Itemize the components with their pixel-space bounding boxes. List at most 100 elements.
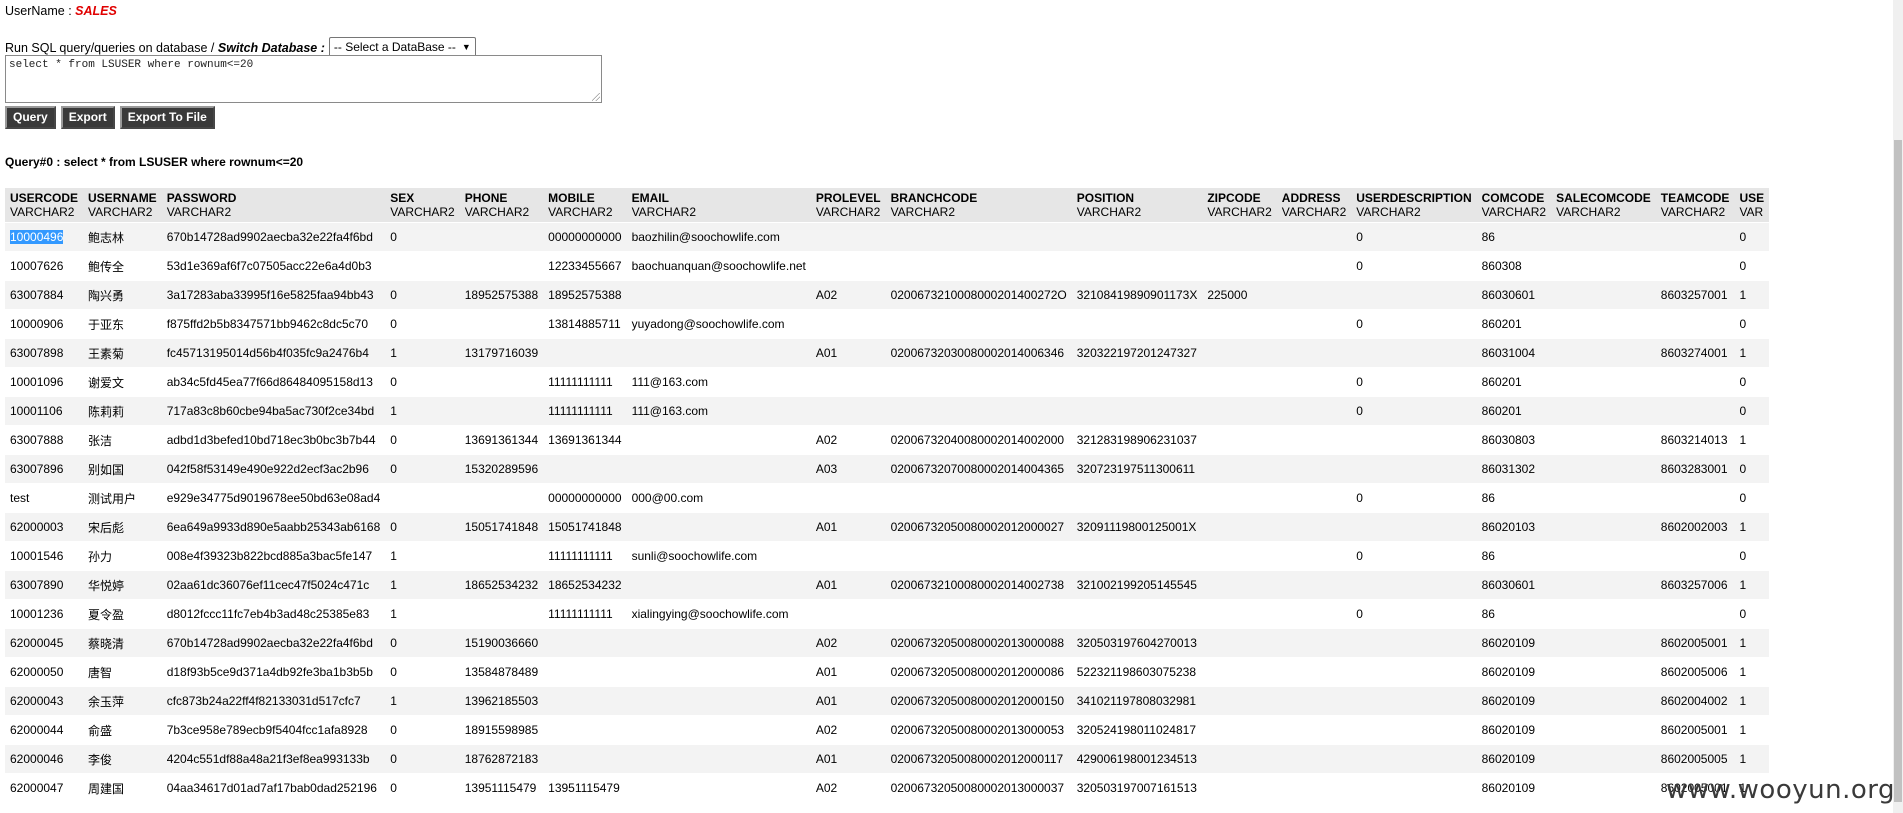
table-cell: [1072, 223, 1203, 252]
table-cell: 0: [1351, 397, 1476, 426]
table-row: 10000906 于亚东 f875ffd2b5b8347571bb9462c8dc5…: [5, 309, 1770, 339]
table-cell: 63007888: [5, 426, 83, 455]
cell-text: 02006732050080002012000027: [890, 520, 1065, 534]
cell-text: 62000045: [10, 636, 64, 650]
cell-text: 00000000000: [548, 491, 622, 505]
table-cell: 62000003: [5, 513, 83, 542]
table-cell: [460, 397, 543, 426]
column-name: POSITION: [1076, 191, 1135, 205]
export-to-file-button[interactable]: Export To File: [119, 106, 215, 129]
table-cell: [460, 542, 543, 571]
table-cell: 1: [1734, 629, 1769, 658]
table-cell: 8603214013: [1656, 426, 1735, 455]
table-cell: 62000043: [5, 687, 83, 716]
table-cell: [1277, 455, 1351, 484]
table-cell: [1202, 774, 1276, 803]
cell-text: 86020103: [1481, 520, 1536, 534]
table-cell: 15320289596: [460, 455, 543, 484]
cell-text: 1: [1739, 346, 1747, 360]
column-name: USERCODE: [10, 191, 79, 205]
table-cell: [1202, 745, 1276, 774]
table-cell: 111@163.com: [627, 368, 811, 397]
table-cell: 0: [385, 716, 459, 745]
column-name: COMCODE: [1481, 191, 1545, 205]
table-row: 10001106 陈莉莉 717a83c8b60cbe94ba5ac730f2ce3…: [5, 396, 1770, 426]
table-cell: 13814885711: [543, 310, 626, 339]
table-cell: 1: [385, 600, 459, 629]
cell-text: 0: [390, 375, 397, 389]
cell-text: 02006732050080002013000088: [890, 636, 1065, 650]
scrollbar-thumb[interactable]: [1894, 140, 1902, 802]
column-name: USERNAME: [88, 191, 157, 205]
table-cell: [1551, 687, 1656, 716]
table-cell: 0: [1734, 455, 1769, 484]
table-cell: A02: [811, 281, 886, 310]
vertical-scrollbar[interactable]: [1893, 0, 1903, 813]
table-cell: [1277, 339, 1351, 368]
table-cell: 俞盛: [83, 716, 162, 745]
table-cell: 00000000000: [543, 484, 626, 513]
chevron-down-icon: ▼: [461, 42, 471, 52]
table-cell: 321002199205145545: [1072, 571, 1203, 600]
cell-text: A02: [815, 288, 838, 302]
table-cell: [886, 252, 1072, 281]
cell-text: 86: [1481, 607, 1495, 621]
table-cell: 0: [1734, 223, 1769, 252]
table-cell: [811, 542, 886, 571]
table-cell: [1277, 252, 1351, 281]
table-cell: [460, 223, 543, 252]
table-cell: 8603283001: [1656, 455, 1735, 484]
cell-text: 10001236: [10, 607, 64, 621]
sql-query-textarea[interactable]: select * from LSUSER where rownum<=20: [5, 55, 602, 103]
table-cell: 02006732040080002014002000: [886, 426, 1072, 455]
table-cell: [1202, 658, 1276, 687]
cell-text: 0: [390, 520, 397, 534]
table-cell: [1551, 484, 1656, 513]
cell-text: 8602005006: [1660, 665, 1728, 679]
table-cell: 余玉萍: [83, 687, 162, 716]
cell-text: 63007898: [10, 346, 64, 360]
table-cell: [543, 745, 626, 774]
cell-text: 0: [390, 752, 397, 766]
cell-text: 10001096: [10, 375, 64, 389]
table-cell: [1656, 252, 1735, 281]
cell-text: baozhilin@soochowlife.com: [631, 230, 780, 244]
export-button[interactable]: Export: [60, 106, 115, 129]
table-cell: 0: [1734, 600, 1769, 629]
cell-text: e929e34775d9019678ee50bd63e08ad4: [166, 491, 381, 505]
table-cell: 32108419890901173X: [1072, 281, 1203, 310]
table-cell: [1656, 397, 1735, 426]
table-cell: 86030803: [1477, 426, 1551, 455]
table-cell: 62000047: [5, 774, 83, 803]
table-cell: 18652534232: [460, 571, 543, 600]
cell-text: 8602002003: [1660, 520, 1728, 534]
table-cell: [886, 310, 1072, 339]
table-cell: 0: [385, 658, 459, 687]
table-cell: 13951115479: [460, 774, 543, 803]
table-cell: 0: [1734, 542, 1769, 571]
cell-text: 测试用户: [88, 491, 137, 506]
cell-text: 8602005001: [1660, 723, 1728, 737]
table-cell: 860201: [1477, 310, 1551, 339]
table-row: 62000045 蔡晓清 670b14728ad9902aecba32e22fa4f…: [5, 628, 1770, 658]
cell-text: A01: [815, 578, 838, 592]
cell-text: 1: [390, 578, 397, 592]
cell-text: 670b14728ad9902aecba32e22fa4f6bd: [166, 230, 373, 244]
query-button[interactable]: Query: [5, 106, 56, 129]
table-cell: 63007898: [5, 339, 83, 368]
table-cell: [886, 397, 1072, 426]
table-cell: [1277, 687, 1351, 716]
cell-text: 1: [390, 607, 397, 621]
resize-grip-icon[interactable]: [592, 93, 600, 101]
table-cell: A02: [811, 716, 886, 745]
table-cell: [1277, 542, 1351, 571]
column-type: VARCHAR2: [1076, 205, 1142, 219]
table-cell: [1351, 629, 1476, 658]
table-cell: 18915598985: [460, 716, 543, 745]
table-cell: baozhilin@soochowlife.com: [627, 223, 811, 252]
cell-text: 86020109: [1481, 694, 1536, 708]
table-cell: 8603257006: [1656, 571, 1735, 600]
cell-text: 86031004: [1481, 346, 1536, 360]
cell-text: yuyadong@soochowlife.com: [631, 317, 785, 331]
table-cell: 唐智: [83, 658, 162, 687]
